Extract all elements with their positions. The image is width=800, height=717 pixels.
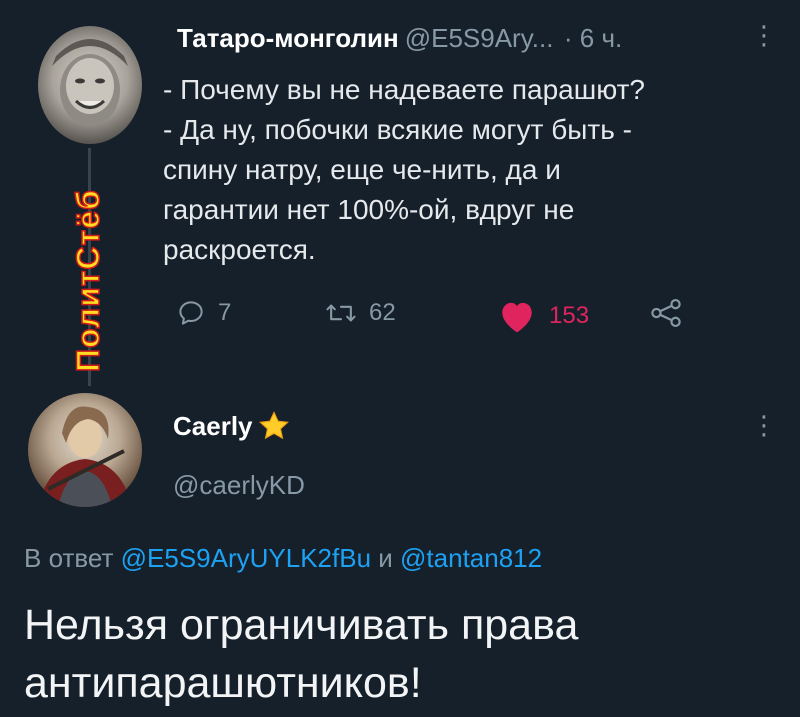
more-vertical-icon[interactable]: ⋮ xyxy=(751,22,777,48)
mention-link[interactable]: @E5S9AryUYLK2fBu xyxy=(121,543,371,573)
author-name[interactable]: Татаро-монголин xyxy=(177,23,399,53)
reply-button[interactable]: 7 xyxy=(176,298,231,328)
tweet-text-line: раскроется. xyxy=(163,234,316,265)
tweet-text: - Почему вы не надеваете парашют? - Да н… xyxy=(163,70,763,270)
tweet-text-line: спину натру, еще че-нить, да и xyxy=(163,154,561,185)
reply-context: В ответ @E5S9AryUYLK2fBu и @tantan812 xyxy=(24,543,542,574)
retweet-count: 62 xyxy=(369,299,396,326)
tweet-text-line: Нельзя ограничивать права xyxy=(24,601,579,649)
share-button[interactable] xyxy=(649,298,683,328)
more-vertical-icon[interactable]: ⋮ xyxy=(751,412,777,438)
tweet-text-line: гарантии нет 100%-ой, вдруг не xyxy=(163,194,575,225)
retweet-icon xyxy=(326,304,356,322)
author-name[interactable]: Caerly xyxy=(173,411,253,442)
heart-icon xyxy=(502,302,532,333)
like-count: 153 xyxy=(549,302,590,329)
tweet-time[interactable]: · 6 ч. xyxy=(564,23,622,53)
mention-link[interactable]: @tantan812 xyxy=(400,543,542,573)
reply-join: и xyxy=(378,543,393,573)
tweet-text-line: - Почему вы не надеваете парашют? xyxy=(163,74,645,105)
author-handle[interactable]: @E5S9Ary... xyxy=(405,23,554,53)
avatar-illustration xyxy=(38,406,132,507)
tweet-header: Татаро-монголин @E5S9Ary... · 6 ч. xyxy=(177,23,622,54)
tweet-text-line: - Да ну, побочки всякие могут быть - xyxy=(163,114,632,145)
reply-prefix: В ответ xyxy=(24,543,114,573)
share-icon xyxy=(651,298,681,328)
tweet-text: Нельзя ограничивать права антипарашютник… xyxy=(24,596,578,712)
comment-icon xyxy=(179,301,203,325)
retweet-button[interactable]: 62 xyxy=(325,298,396,328)
star-icon xyxy=(258,411,289,440)
tweet-header: Caerly xyxy=(173,410,291,442)
avatar[interactable] xyxy=(28,393,142,507)
watermark: ПолитСтёб xyxy=(69,188,107,372)
avatar-photo xyxy=(52,39,128,126)
reply-count: 7 xyxy=(218,299,232,326)
like-button[interactable]: 153 xyxy=(497,298,589,334)
avatar[interactable] xyxy=(38,26,142,144)
tweet-text-line: антипарашютников! xyxy=(24,659,422,707)
author-handle[interactable]: @caerlyKD xyxy=(173,470,305,501)
